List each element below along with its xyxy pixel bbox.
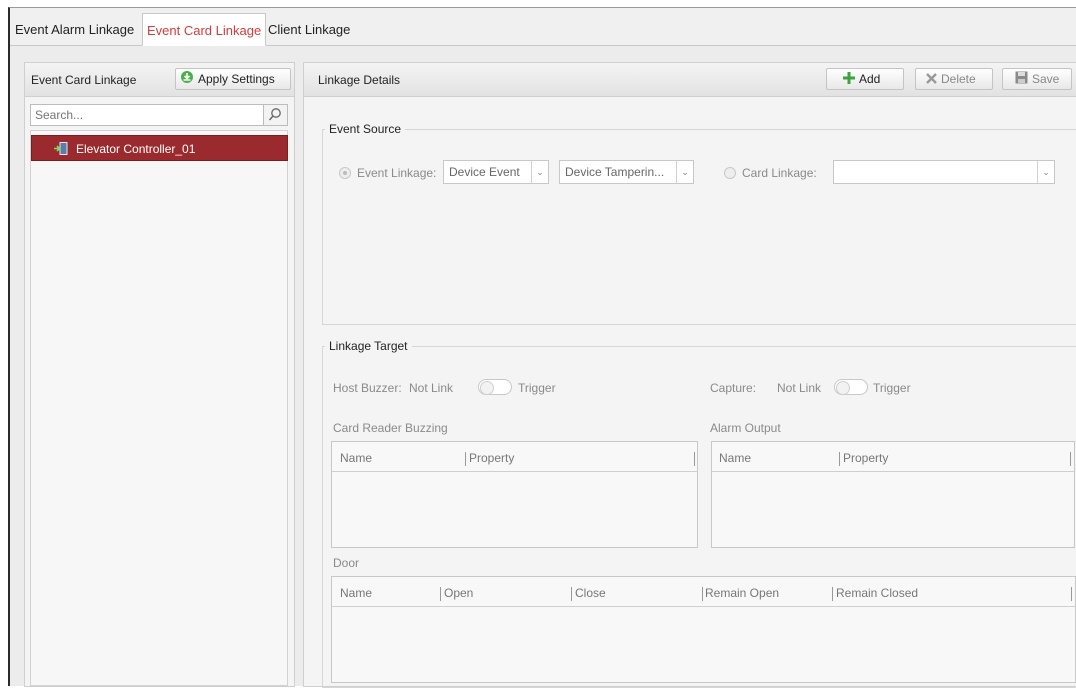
column-header-remain-open[interactable]: Remain Open bbox=[705, 586, 779, 600]
column-header-property[interactable]: Property bbox=[469, 451, 514, 465]
column-header-open[interactable]: Open bbox=[444, 586, 473, 600]
table-header: Name Property bbox=[712, 442, 1074, 472]
alarm-output-table[interactable]: Name Property bbox=[711, 441, 1075, 548]
column-divider[interactable] bbox=[832, 587, 833, 601]
card-linkage-select[interactable]: ⌄ bbox=[833, 160, 1055, 184]
apply-settings-label: Apply Settings bbox=[198, 72, 275, 86]
door-controller-icon bbox=[54, 142, 68, 158]
panel-title: Event Card Linkage bbox=[31, 73, 137, 87]
event-detail-select[interactable]: Device Tamperin... ⌄ bbox=[559, 160, 694, 184]
column-divider[interactable] bbox=[465, 452, 466, 466]
column-header-property[interactable]: Property bbox=[843, 451, 888, 465]
column-divider[interactable] bbox=[694, 452, 695, 466]
save-button[interactable]: Save bbox=[1002, 68, 1072, 90]
event-type-select[interactable]: Device Event ⌄ bbox=[443, 160, 549, 184]
column-header-name[interactable]: Name bbox=[719, 451, 751, 465]
floppy-disk-icon bbox=[1015, 70, 1028, 90]
delete-button[interactable]: Delete bbox=[915, 68, 993, 90]
column-header-close[interactable]: Close bbox=[575, 586, 606, 600]
linkage-target-legend: Linkage Target bbox=[329, 339, 408, 353]
event-linkage-label: Event Linkage: bbox=[357, 166, 437, 180]
door-table[interactable]: Name Open Close Remain Open Remain Close… bbox=[331, 576, 1076, 683]
add-label: Add bbox=[859, 72, 881, 86]
door-title: Door bbox=[333, 556, 360, 570]
column-divider[interactable] bbox=[1070, 452, 1071, 466]
apply-settings-button[interactable]: Apply Settings bbox=[175, 68, 291, 90]
host-buzzer-off-label: Not Link bbox=[409, 381, 454, 395]
linkage-details-panel: Linkage Details Add Delete Save Event So… bbox=[303, 62, 1076, 688]
add-button[interactable]: Add bbox=[826, 68, 904, 90]
capture-on-label: Trigger bbox=[873, 381, 911, 395]
card-linkage-option[interactable]: Card Linkage: bbox=[724, 166, 817, 180]
tree-item-label: Elevator Controller_01 bbox=[76, 142, 196, 156]
event-detail-value: Device Tamperin... bbox=[565, 165, 665, 179]
column-divider[interactable] bbox=[702, 587, 703, 601]
event-source-legend: Event Source bbox=[329, 122, 402, 136]
search-icon[interactable] bbox=[263, 105, 287, 125]
search-box bbox=[30, 104, 288, 126]
tab-client-linkage[interactable]: Client Linkage bbox=[264, 13, 354, 46]
column-header-remain-closed[interactable]: Remain Closed bbox=[836, 586, 918, 600]
table-header: Name Property bbox=[332, 442, 697, 472]
chevron-down-icon: ⌄ bbox=[676, 161, 693, 183]
alarm-output-title: Alarm Output bbox=[710, 421, 781, 435]
chevron-down-icon: ⌄ bbox=[531, 161, 548, 183]
card-reader-buzzing-title: Card Reader Buzzing bbox=[333, 421, 448, 435]
event-card-linkage-panel: Event Card Linkage Apply Settings Elevat… bbox=[24, 62, 295, 687]
app-frame: Event Alarm Linkage Event Card Linkage C… bbox=[8, 7, 1076, 688]
delete-label: Delete bbox=[941, 72, 976, 86]
column-divider[interactable] bbox=[571, 587, 572, 601]
tab-event-card-linkage[interactable]: Event Card Linkage bbox=[142, 13, 267, 46]
save-label: Save bbox=[1032, 72, 1060, 86]
event-type-value: Device Event bbox=[449, 165, 520, 179]
column-divider[interactable] bbox=[839, 452, 840, 466]
host-buzzer-toggle[interactable] bbox=[478, 379, 512, 395]
details-title: Linkage Details bbox=[318, 73, 401, 87]
tab-event-alarm-linkage[interactable]: Event Alarm Linkage bbox=[11, 13, 138, 46]
delete-x-icon bbox=[926, 70, 937, 90]
capture-off-label: Not Link bbox=[777, 381, 822, 395]
host-buzzer-on-label: Trigger bbox=[518, 381, 556, 395]
panel-header: Event Card Linkage Apply Settings bbox=[25, 63, 294, 97]
column-divider[interactable] bbox=[440, 587, 441, 601]
column-header-name[interactable]: Name bbox=[340, 451, 372, 465]
host-buzzer-label: Host Buzzer: bbox=[333, 381, 402, 395]
search-input[interactable] bbox=[31, 105, 256, 125]
column-header-name[interactable]: Name bbox=[340, 586, 372, 600]
tree-item-elevator-controller[interactable]: Elevator Controller_01 bbox=[31, 135, 288, 161]
table-header: Name Open Close Remain Open Remain Close… bbox=[332, 577, 1075, 607]
plus-icon bbox=[843, 70, 855, 90]
card-reader-table[interactable]: Name Property bbox=[331, 441, 698, 548]
event-linkage-option[interactable]: Event Linkage: bbox=[339, 166, 436, 180]
capture-label: Capture: bbox=[710, 381, 757, 395]
capture-toggle[interactable] bbox=[834, 379, 868, 395]
event-linkage-radio[interactable] bbox=[339, 167, 351, 179]
tab-bar: Event Alarm Linkage Event Card Linkage C… bbox=[10, 8, 1076, 46]
details-header: Linkage Details Add Delete Save bbox=[304, 63, 1076, 97]
card-linkage-radio[interactable] bbox=[724, 167, 736, 179]
event-source-group: Event Source bbox=[322, 122, 1076, 325]
download-icon bbox=[180, 70, 194, 90]
card-linkage-label: Card Linkage: bbox=[742, 166, 817, 180]
device-tree bbox=[30, 130, 288, 686]
chevron-down-icon: ⌄ bbox=[1037, 161, 1054, 183]
column-divider[interactable] bbox=[1071, 587, 1072, 601]
